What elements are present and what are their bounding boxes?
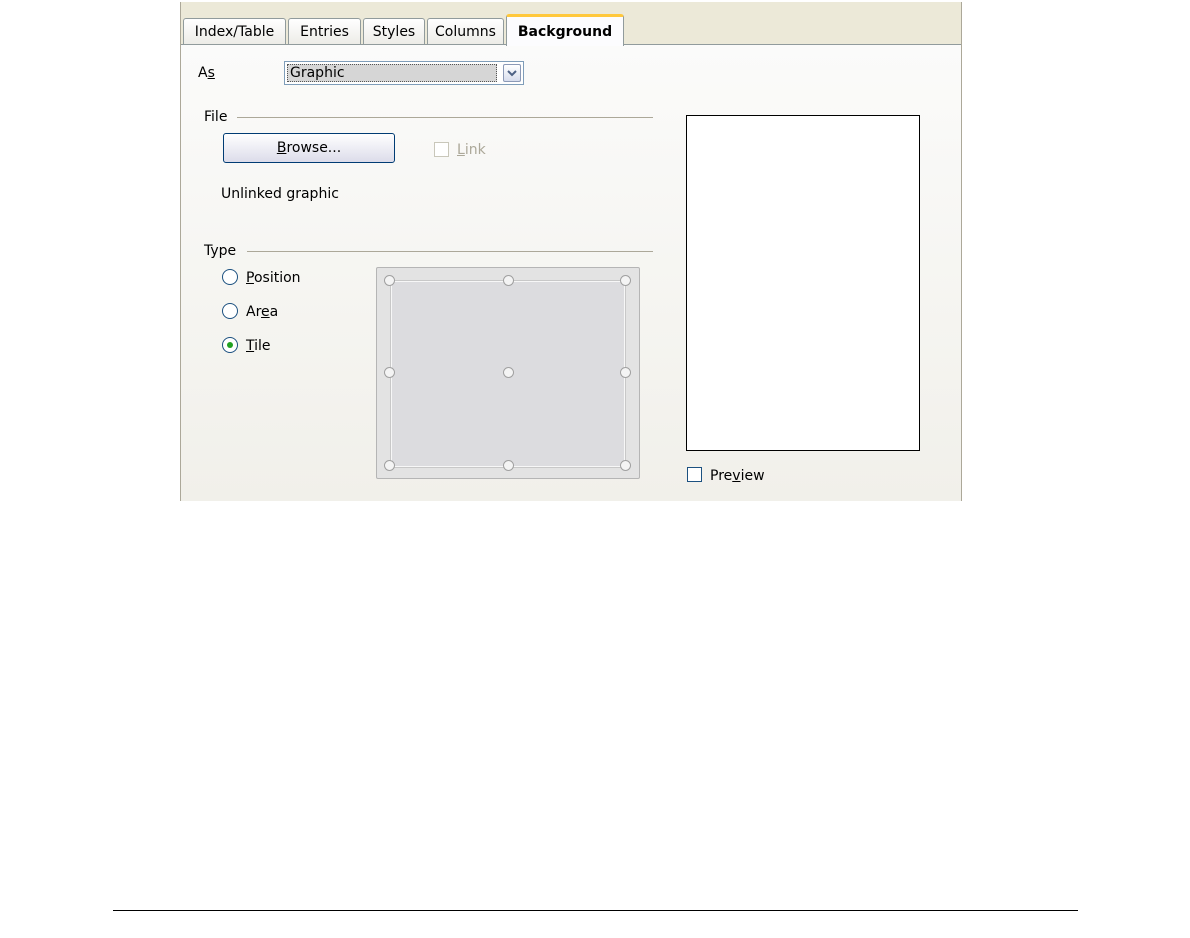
position-middle-right[interactable]	[620, 367, 631, 378]
radio-area[interactable]	[222, 303, 238, 319]
tab-columns[interactable]: Columns	[427, 18, 504, 45]
tab-background[interactable]: Background	[506, 14, 624, 46]
position-bottom-left[interactable]	[384, 460, 395, 471]
position-center[interactable]	[503, 367, 514, 378]
position-top-center[interactable]	[503, 275, 514, 286]
as-label: As	[198, 65, 215, 81]
tile-label: Tile	[246, 338, 271, 354]
link-label: Link	[457, 142, 486, 158]
position-middle-left[interactable]	[384, 367, 395, 378]
file-status-text: Unlinked graphic	[221, 186, 339, 202]
file-section-title: File	[204, 109, 228, 125]
preview-area	[686, 115, 920, 451]
page-divider	[113, 910, 1078, 911]
position-bottom-right[interactable]	[620, 460, 631, 471]
radio-position[interactable]	[222, 269, 238, 285]
radio-selected-dot	[227, 342, 233, 348]
tab-entries[interactable]: Entries	[288, 18, 361, 45]
position-top-right[interactable]	[620, 275, 631, 286]
index-background-dialog: Index/Table Entries Styles Columns Backg…	[180, 2, 962, 501]
type-section-title: Type	[204, 243, 237, 259]
position-top-left[interactable]	[384, 275, 395, 286]
browse-button[interactable]: Browse...	[223, 133, 395, 163]
tab-styles[interactable]: Styles	[363, 18, 425, 45]
type-separator	[247, 251, 653, 252]
background-tab-panel: As Graphic File Browse... Link Unlinked …	[181, 44, 961, 501]
as-dropdown-value: Graphic	[287, 64, 497, 82]
file-separator	[237, 117, 653, 118]
tab-index-table[interactable]: Index/Table	[183, 18, 286, 45]
area-label: Area	[246, 304, 279, 320]
preview-label: Preview	[710, 468, 765, 484]
as-dropdown[interactable]: Graphic	[284, 61, 524, 85]
position-label: Position	[246, 270, 301, 286]
link-checkbox[interactable]	[434, 142, 449, 157]
position-bottom-center[interactable]	[503, 460, 514, 471]
tab-bar: Index/Table Entries Styles Columns Backg…	[181, 2, 961, 46]
preview-checkbox[interactable]	[687, 467, 702, 482]
chevron-down-icon[interactable]	[503, 64, 521, 82]
position-grid	[376, 267, 640, 479]
radio-tile[interactable]	[222, 337, 238, 353]
